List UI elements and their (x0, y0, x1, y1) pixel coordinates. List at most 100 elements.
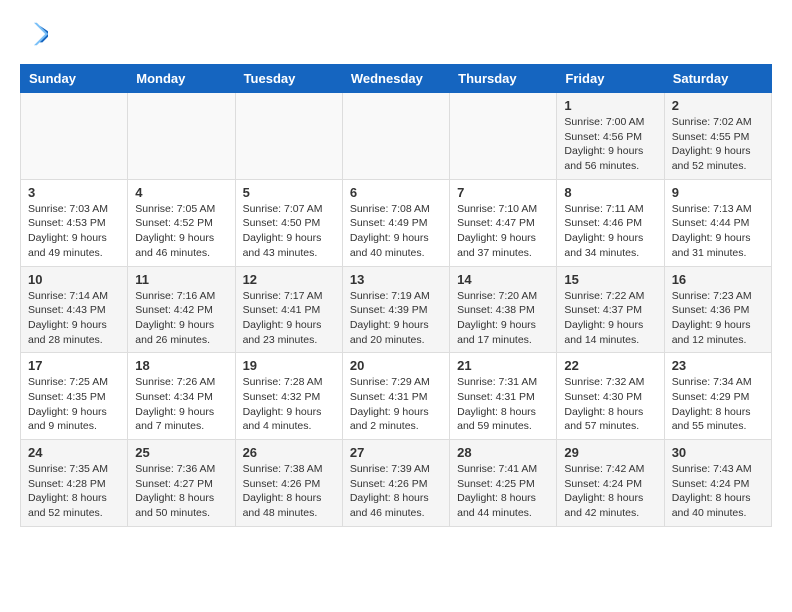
calendar-cell: 7 Sunrise: 7:10 AM Sunset: 4:47 PM Daylig… (450, 179, 557, 266)
calendar-table: SundayMondayTuesdayWednesdayThursdayFrid… (20, 64, 772, 527)
day-info: Sunrise: 7:00 AM Sunset: 4:56 PM Dayligh… (564, 115, 656, 174)
calendar-cell: 4 Sunrise: 7:05 AM Sunset: 4:52 PM Daylig… (128, 179, 235, 266)
calendar-cell: 8 Sunrise: 7:11 AM Sunset: 4:46 PM Daylig… (557, 179, 664, 266)
day-info: Sunrise: 7:20 AM Sunset: 4:38 PM Dayligh… (457, 289, 549, 348)
calendar-cell: 3Sunrise: 7:03 AM Sunset: 4:53 PM Daylig… (21, 179, 128, 266)
calendar-cell: 18 Sunrise: 7:26 AM Sunset: 4:34 PM Dayli… (128, 353, 235, 440)
day-number: 17 (28, 358, 120, 373)
calendar-cell: 26 Sunrise: 7:38 AM Sunset: 4:26 PM Dayli… (235, 440, 342, 527)
day-of-week-header: Friday (557, 65, 664, 93)
day-number: 26 (243, 445, 335, 460)
day-number: 12 (243, 272, 335, 287)
day-info: Sunrise: 7:29 AM Sunset: 4:31 PM Dayligh… (350, 375, 442, 434)
day-info: Sunrise: 7:39 AM Sunset: 4:26 PM Dayligh… (350, 462, 442, 521)
day-info: Sunrise: 7:43 AM Sunset: 4:24 PM Dayligh… (672, 462, 764, 521)
day-info: Sunrise: 7:42 AM Sunset: 4:24 PM Dayligh… (564, 462, 656, 521)
day-of-week-header: Thursday (450, 65, 557, 93)
calendar-cell: 14 Sunrise: 7:20 AM Sunset: 4:38 PM Dayli… (450, 266, 557, 353)
day-number: 23 (672, 358, 764, 373)
day-number: 30 (672, 445, 764, 460)
calendar-header-row: SundayMondayTuesdayWednesdayThursdayFrid… (21, 65, 772, 93)
day-info: Sunrise: 7:02 AM Sunset: 4:55 PM Dayligh… (672, 115, 764, 174)
day-number: 2 (672, 98, 764, 113)
day-info: Sunrise: 7:08 AM Sunset: 4:49 PM Dayligh… (350, 202, 442, 261)
day-number: 14 (457, 272, 549, 287)
calendar-cell: 9 Sunrise: 7:13 AM Sunset: 4:44 PM Daylig… (664, 179, 771, 266)
day-info: Sunrise: 7:38 AM Sunset: 4:26 PM Dayligh… (243, 462, 335, 521)
calendar-cell (21, 93, 128, 180)
calendar-cell: 5Sunrise: 7:07 AM Sunset: 4:50 PM Daylig… (235, 179, 342, 266)
calendar-cell: 1 Sunrise: 7:00 AM Sunset: 4:56 PM Daylig… (557, 93, 664, 180)
day-number: 15 (564, 272, 656, 287)
day-of-week-header: Saturday (664, 65, 771, 93)
day-number: 4 (135, 185, 227, 200)
day-number: 21 (457, 358, 549, 373)
day-of-week-header: Wednesday (342, 65, 449, 93)
calendar-cell: 10 Sunrise: 7:14 AM Sunset: 4:43 PM Dayli… (21, 266, 128, 353)
day-info: Sunrise: 7:17 AM Sunset: 4:41 PM Dayligh… (243, 289, 335, 348)
day-number: 28 (457, 445, 549, 460)
calendar-cell: 29Sunrise: 7:42 AM Sunset: 4:24 PM Dayli… (557, 440, 664, 527)
calendar-week-row: 24Sunrise: 7:35 AM Sunset: 4:28 PM Dayli… (21, 440, 772, 527)
day-info: Sunrise: 7:32 AM Sunset: 4:30 PM Dayligh… (564, 375, 656, 434)
day-number: 9 (672, 185, 764, 200)
calendar-cell: 11 Sunrise: 7:16 AM Sunset: 4:42 PM Dayli… (128, 266, 235, 353)
day-info: Sunrise: 7:23 AM Sunset: 4:36 PM Dayligh… (672, 289, 764, 348)
calendar-week-row: 10 Sunrise: 7:14 AM Sunset: 4:43 PM Dayli… (21, 266, 772, 353)
day-number: 18 (135, 358, 227, 373)
day-number: 27 (350, 445, 442, 460)
day-number: 16 (672, 272, 764, 287)
day-info: Sunrise: 7:19 AM Sunset: 4:39 PM Dayligh… (350, 289, 442, 348)
day-number: 11 (135, 272, 227, 287)
day-number: 7 (457, 185, 549, 200)
day-number: 10 (28, 272, 120, 287)
day-info: Sunrise: 7:26 AM Sunset: 4:34 PM Dayligh… (135, 375, 227, 434)
day-info: Sunrise: 7:03 AM Sunset: 4:53 PM Dayligh… (28, 202, 120, 261)
calendar-cell: 6 Sunrise: 7:08 AM Sunset: 4:49 PM Daylig… (342, 179, 449, 266)
day-info: Sunrise: 7:36 AM Sunset: 4:27 PM Dayligh… (135, 462, 227, 521)
day-info: Sunrise: 7:35 AM Sunset: 4:28 PM Dayligh… (28, 462, 120, 521)
day-number: 22 (564, 358, 656, 373)
day-info: Sunrise: 7:34 AM Sunset: 4:29 PM Dayligh… (672, 375, 764, 434)
day-of-week-header: Sunday (21, 65, 128, 93)
day-info: Sunrise: 7:10 AM Sunset: 4:47 PM Dayligh… (457, 202, 549, 261)
day-info: Sunrise: 7:13 AM Sunset: 4:44 PM Dayligh… (672, 202, 764, 261)
calendar-cell: 30 Sunrise: 7:43 AM Sunset: 4:24 PM Dayli… (664, 440, 771, 527)
day-number: 19 (243, 358, 335, 373)
page-header (20, 20, 772, 48)
calendar-cell: 23 Sunrise: 7:34 AM Sunset: 4:29 PM Dayli… (664, 353, 771, 440)
day-number: 8 (564, 185, 656, 200)
calendar-cell: 12 Sunrise: 7:17 AM Sunset: 4:41 PM Dayli… (235, 266, 342, 353)
calendar-cell: 16 Sunrise: 7:23 AM Sunset: 4:36 PM Dayli… (664, 266, 771, 353)
logo (20, 20, 52, 48)
calendar-cell: 25 Sunrise: 7:36 AM Sunset: 4:27 PM Dayli… (128, 440, 235, 527)
day-info: Sunrise: 7:07 AM Sunset: 4:50 PM Dayligh… (243, 202, 335, 261)
day-number: 6 (350, 185, 442, 200)
calendar-cell: 17 Sunrise: 7:25 AM Sunset: 4:35 PM Dayli… (21, 353, 128, 440)
day-info: Sunrise: 7:41 AM Sunset: 4:25 PM Dayligh… (457, 462, 549, 521)
calendar-cell: 13Sunrise: 7:19 AM Sunset: 4:39 PM Dayli… (342, 266, 449, 353)
day-info: Sunrise: 7:25 AM Sunset: 4:35 PM Dayligh… (28, 375, 120, 434)
day-of-week-header: Tuesday (235, 65, 342, 93)
day-of-week-header: Monday (128, 65, 235, 93)
calendar-cell (450, 93, 557, 180)
day-info: Sunrise: 7:11 AM Sunset: 4:46 PM Dayligh… (564, 202, 656, 261)
calendar-cell: 21 Sunrise: 7:31 AM Sunset: 4:31 PM Dayli… (450, 353, 557, 440)
day-number: 25 (135, 445, 227, 460)
day-number: 1 (564, 98, 656, 113)
logo-icon (20, 20, 48, 48)
calendar-week-row: 1 Sunrise: 7:00 AM Sunset: 4:56 PM Daylig… (21, 93, 772, 180)
day-info: Sunrise: 7:05 AM Sunset: 4:52 PM Dayligh… (135, 202, 227, 261)
calendar-cell: 19Sunrise: 7:28 AM Sunset: 4:32 PM Dayli… (235, 353, 342, 440)
calendar-cell: 27 Sunrise: 7:39 AM Sunset: 4:26 PM Dayli… (342, 440, 449, 527)
calendar-cell: 15Sunrise: 7:22 AM Sunset: 4:37 PM Dayli… (557, 266, 664, 353)
calendar-week-row: 3Sunrise: 7:03 AM Sunset: 4:53 PM Daylig… (21, 179, 772, 266)
day-info: Sunrise: 7:31 AM Sunset: 4:31 PM Dayligh… (457, 375, 549, 434)
calendar-cell: 22 Sunrise: 7:32 AM Sunset: 4:30 PM Dayli… (557, 353, 664, 440)
day-info: Sunrise: 7:16 AM Sunset: 4:42 PM Dayligh… (135, 289, 227, 348)
calendar-cell: 20 Sunrise: 7:29 AM Sunset: 4:31 PM Dayli… (342, 353, 449, 440)
calendar-cell: 2 Sunrise: 7:02 AM Sunset: 4:55 PM Daylig… (664, 93, 771, 180)
calendar-cell: 28 Sunrise: 7:41 AM Sunset: 4:25 PM Dayli… (450, 440, 557, 527)
day-number: 20 (350, 358, 442, 373)
day-info: Sunrise: 7:14 AM Sunset: 4:43 PM Dayligh… (28, 289, 120, 348)
